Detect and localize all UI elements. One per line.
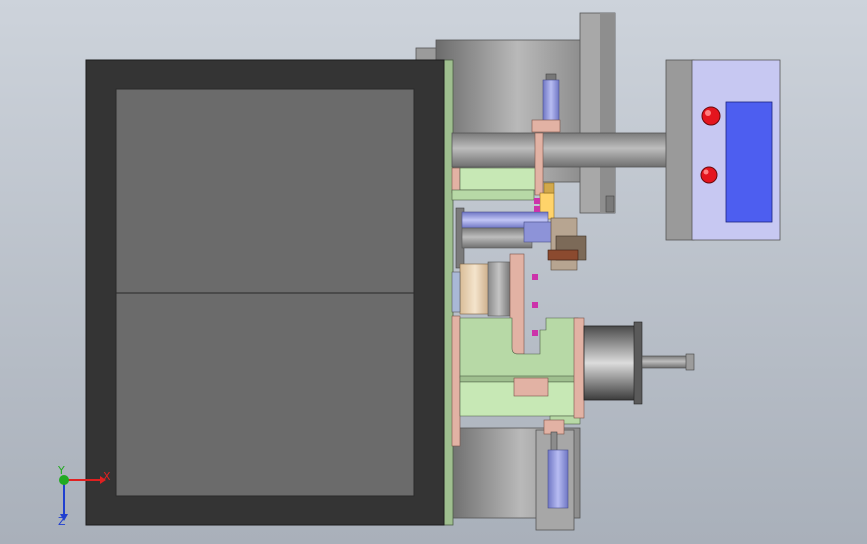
roller-housing [487, 261, 511, 317]
upper-drum-plate-shade [600, 13, 615, 213]
pink-bracket-upper [534, 132, 544, 196]
red-button-top[interactable] [701, 106, 721, 126]
display-screen [725, 101, 773, 223]
lower-cylinder-body [547, 449, 569, 509]
cad-viewport[interactable]: X Y Z [0, 0, 867, 544]
green-block-upper [459, 167, 537, 191]
motor-shaft-end [685, 353, 695, 371]
bolt [532, 330, 538, 336]
pink-strip-upper [451, 167, 461, 194]
cylinder-mount [531, 119, 561, 133]
bolt [532, 274, 538, 280]
gripper-base [547, 249, 579, 261]
x-axis-label: X [103, 470, 111, 483]
frame-panel-lower [115, 292, 415, 497]
z-axis-label: Z [58, 515, 66, 528]
control-box[interactable] [665, 59, 781, 241]
bolt [534, 206, 540, 212]
motor-body [583, 325, 637, 401]
tan-roller [459, 263, 491, 315]
yellow-block-shadow [543, 182, 555, 194]
red-button-bottom-highlight [703, 169, 709, 175]
lower-cylinder-rod [550, 431, 558, 453]
main-frame[interactable] [85, 59, 445, 526]
bolt [532, 302, 538, 308]
motor-shaft [641, 355, 689, 369]
red-button-bottom[interactable] [700, 166, 718, 184]
pink-strip-lower [451, 315, 461, 447]
horizontal-cylinder-rod [461, 227, 533, 249]
y-axis-label: Y [57, 464, 65, 477]
motor-flange [633, 321, 643, 405]
red-button-top-highlight [705, 110, 711, 116]
pink-bracket-lower [513, 377, 549, 397]
frame-panel-upper [115, 88, 415, 294]
bolt [534, 198, 540, 204]
green-plate-top [451, 189, 535, 201]
blue-spacer [451, 271, 461, 313]
upper-drum-tab [605, 195, 615, 213]
pink-side-bar [573, 317, 585, 419]
cylinder-end-block [523, 221, 553, 243]
main-shaft [451, 132, 671, 168]
control-box-side [665, 59, 695, 241]
cylinder-body [542, 79, 560, 123]
